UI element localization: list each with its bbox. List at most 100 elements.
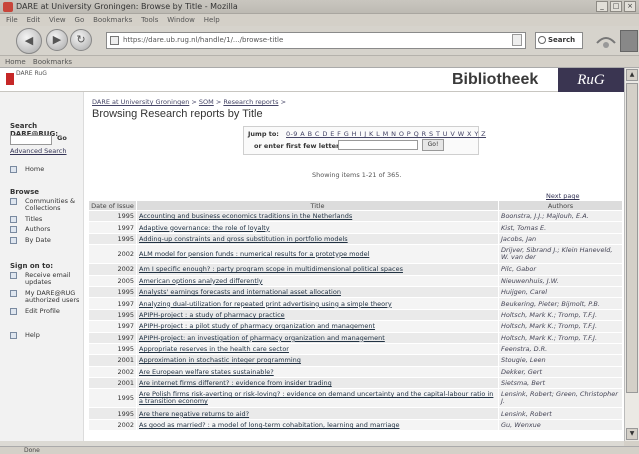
arrow-icon — [10, 226, 17, 233]
title-link[interactable]: APIPH-project : a pilot study of pharmac… — [136, 320, 499, 333]
sidebar-item-communities[interactable]: Communities & Collections — [10, 198, 86, 212]
title-link[interactable]: Appropriate reserves in the health care … — [136, 342, 499, 356]
page-viewport: DARE RuG Bibliotheek RuG Search DARE@RUG… — [0, 68, 624, 441]
sidebar-item-receive-email[interactable]: Receive email updates — [10, 272, 86, 286]
title-link[interactable]: Approximation in stochastic integer prog… — [136, 354, 499, 367]
menu-help[interactable]: Help — [204, 14, 220, 26]
authors-link[interactable]: Huijgen, Carel — [498, 285, 623, 299]
sidebar-item-authors[interactable]: Authors — [10, 226, 86, 233]
sidebar-item-help[interactable]: Help — [10, 332, 86, 339]
title-link[interactable]: As good as married? : a model of long-te… — [136, 418, 499, 432]
authors-link[interactable]: Pilc, Gabor — [498, 263, 623, 276]
title-link[interactable]: Adding-up constraints and gross substitu… — [136, 232, 499, 246]
authors-link[interactable]: Holtsch, Mark K.; Tromp, T.F.J. — [498, 308, 623, 322]
first-letters-input[interactable] — [338, 140, 418, 150]
sidebar-item-by-date[interactable]: By Date — [10, 237, 86, 244]
breadcrumb-item[interactable]: SOM — [199, 98, 214, 106]
table-row: 2001 Approximation in stochastic integer … — [88, 354, 623, 367]
scroll-thumb[interactable] — [626, 83, 638, 393]
title-link[interactable]: Are Polish firms risk-averting or risk-l… — [136, 388, 499, 409]
title-link[interactable]: Are there negative returns to aid? — [136, 407, 499, 420]
column-header-authors[interactable]: Authors — [498, 200, 623, 211]
authors-link[interactable]: Holtsch, Mark K.; Tromp, T.F.J. — [498, 320, 623, 333]
menu-bar: File Edit View Go Bookmarks Tools Window… — [0, 14, 639, 26]
url-bar[interactable]: https://dare.ub.rug.nl/handle/1/.../brow… — [106, 32, 526, 49]
breadcrumb-item[interactable]: DARE at University Groningen — [92, 98, 189, 106]
title-link[interactable]: Am I specific enough? : party program sc… — [136, 263, 499, 276]
authors-link[interactable]: Sietsma, Bert — [498, 377, 623, 390]
column-header-title[interactable]: Title — [136, 200, 499, 211]
menu-tools[interactable]: Tools — [141, 14, 158, 26]
advanced-search-link[interactable]: Advanced Search — [10, 147, 67, 155]
title-link[interactable]: Analysts' earnings forecasts and interna… — [136, 285, 499, 299]
column-header-date[interactable]: Date of Issue — [88, 200, 137, 211]
close-button[interactable]: × — [624, 1, 636, 12]
date-cell: 2005 — [88, 274, 137, 287]
sidebar-go-button[interactable]: Go — [57, 134, 67, 142]
title-link[interactable]: APIPH-project : a study of pharmacy prac… — [136, 308, 499, 322]
url-text: https://dare.ub.rug.nl/handle/1/.../brow… — [123, 36, 284, 44]
menu-view[interactable]: View — [49, 14, 66, 26]
scroll-up-icon[interactable]: ▲ — [626, 69, 638, 81]
authors-link[interactable]: Holtsch, Mark K.; Tromp, T.F.J. — [498, 331, 623, 344]
sidebar-search-input[interactable] — [10, 135, 52, 145]
menu-file[interactable]: File — [6, 14, 18, 26]
title-link[interactable]: Are European welfare states sustainable? — [136, 365, 499, 379]
minimize-button[interactable]: _ — [596, 1, 608, 12]
arrow-icon — [10, 198, 17, 205]
table-row: 1997 APIPH-project : a pilot study of pha… — [88, 320, 623, 333]
title-link[interactable]: Adaptive governance: the role of loyalty — [136, 221, 499, 234]
title-link[interactable]: American options analyzed differently — [136, 274, 499, 287]
rug-logo[interactable]: RuG — [558, 68, 624, 92]
url-dropdown-icon[interactable] — [512, 34, 522, 46]
arrow-icon — [10, 290, 17, 297]
sidebar-item-home[interactable]: Home — [10, 166, 86, 173]
forward-arrow-icon[interactable]: ▶ — [46, 29, 68, 51]
menu-edit[interactable]: Edit — [27, 14, 41, 26]
dare-logo[interactable]: DARE RuG — [4, 70, 68, 90]
sidebar-item-edit-profile[interactable]: Edit Profile — [10, 308, 86, 315]
menu-bookmarks[interactable]: Bookmarks — [93, 14, 132, 26]
search-button[interactable]: Search — [535, 32, 583, 49]
title-link[interactable]: APIPH-project: an investigation of pharm… — [136, 331, 499, 344]
jump-go-button[interactable]: Go! — [422, 139, 444, 151]
breadcrumb-item[interactable]: Research reports — [223, 98, 278, 106]
authors-link[interactable]: Beukering, Pieter; Bijmolt, P.B. — [498, 297, 623, 310]
authors-link[interactable]: Stougie, Leen — [498, 354, 623, 367]
scroll-down-icon[interactable]: ▼ — [626, 428, 638, 440]
date-cell: 2002 — [88, 365, 137, 379]
sidebar-item-titles[interactable]: Titles — [10, 216, 86, 223]
vertical-scrollbar[interactable]: ▲ ▼ — [624, 68, 639, 441]
table-row: 2002 ALM model for pension funds : numeri… — [88, 244, 623, 265]
next-page-link[interactable]: Next page — [546, 192, 579, 200]
page-title: Browsing Research reports by Title — [92, 108, 263, 120]
title-link[interactable]: Accounting and business economics tradit… — [136, 209, 499, 223]
authors-link[interactable]: Dekker, Gert — [498, 365, 623, 379]
letter-links[interactable]: 0-9 A B C D E F G H I J K L M N O P Q R … — [286, 130, 486, 138]
authors-link[interactable]: Lensink, Robert — [498, 407, 623, 420]
authors-link[interactable]: Lensink, Robert; Green, Christopher J. — [498, 388, 623, 409]
print-icon[interactable] — [594, 29, 618, 53]
date-cell: 2001 — [88, 354, 137, 367]
authors-link[interactable]: Nieuwenhuis, J.W. — [498, 274, 623, 287]
back-arrow-icon[interactable]: ◀ — [16, 28, 42, 54]
bookmark-home[interactable]: Home — [5, 57, 26, 68]
title-link[interactable]: Analyzing dual-utilization for repeated … — [136, 297, 499, 310]
sidebar-item-my-dare[interactable]: My DARE@RUG authorized users — [10, 290, 86, 304]
authors-link[interactable]: Boonstra, J.J.; Majlouh, E.A. — [498, 209, 623, 223]
authors-link[interactable]: Kist, Tomas E. — [498, 221, 623, 234]
menu-window[interactable]: Window — [167, 14, 195, 26]
title-link[interactable]: Are internet firms different? : evidence… — [136, 377, 499, 390]
authors-link[interactable]: Feenstra, D.R. — [498, 342, 623, 356]
authors-link[interactable]: Gu, Wenxue — [498, 418, 623, 432]
authors-link[interactable]: Drijver, Sibrand J.; Klein Haneveld, W. … — [498, 244, 623, 265]
bookmark-bookmarks[interactable]: Bookmarks — [33, 57, 72, 68]
title-link[interactable]: ALM model for pension funds : numerical … — [136, 244, 499, 265]
arrow-icon — [10, 332, 17, 339]
app-icon — [3, 2, 13, 12]
table-row: 1995 Analysts' earnings forecasts and int… — [88, 285, 623, 299]
menu-go[interactable]: Go — [75, 14, 85, 26]
table-row: 1995 Adding-up constraints and gross subs… — [88, 232, 623, 246]
authors-link[interactable]: Jacobs, Jan — [498, 232, 623, 246]
maximize-button[interactable]: □ — [610, 1, 622, 12]
